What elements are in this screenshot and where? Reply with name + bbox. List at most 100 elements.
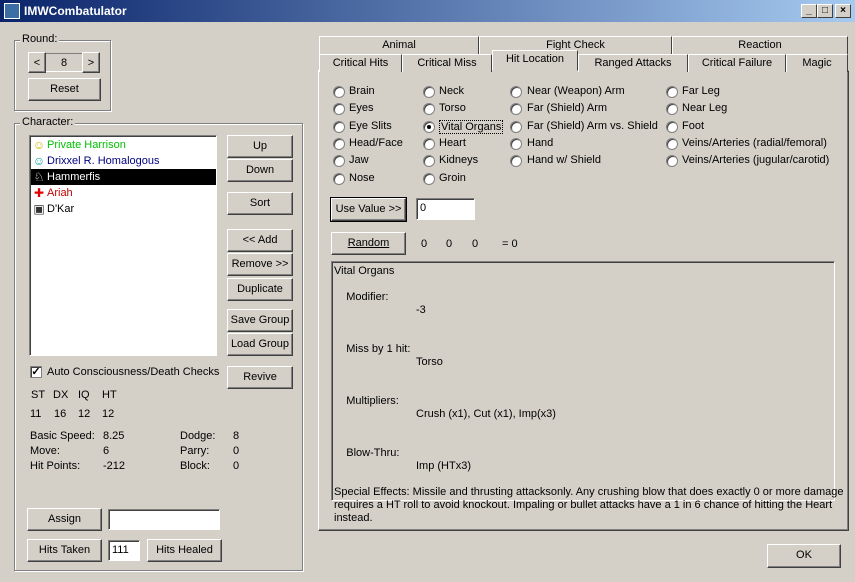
radio-label-jaw: Jaw: [349, 154, 369, 166]
radio-head-face[interactable]: [333, 138, 345, 150]
reset-button[interactable]: Reset: [28, 78, 101, 101]
stat-header-iq: IQ: [78, 389, 90, 401]
character-list[interactable]: ☺ Private Harrison ☺ Drixxel R. Homalogo…: [29, 135, 217, 356]
round-prev-button[interactable]: <: [28, 52, 46, 73]
minimize-button[interactable]: _: [801, 4, 817, 18]
tab-critical-miss[interactable]: Critical Miss: [402, 54, 492, 72]
radio-label-torso: Torso: [439, 102, 466, 114]
radio-hand-w-shield[interactable]: [510, 155, 522, 167]
sort-button[interactable]: Sort: [227, 192, 293, 215]
revive-button[interactable]: Revive: [227, 366, 293, 389]
tab-magic[interactable]: Magic: [786, 54, 848, 72]
radio-label-groin: Groin: [439, 172, 466, 184]
maximize-button[interactable]: □: [817, 4, 833, 18]
radio-label-near-weapon-arm: Near (Weapon) Arm: [527, 85, 625, 97]
rip-tombstone-icon: ▣: [33, 202, 45, 216]
hit-points-value: -212: [103, 460, 126, 472]
details-miss-value: Torso: [416, 356, 443, 368]
dodge-label: Dodge:: [180, 430, 216, 442]
down-button[interactable]: Down: [227, 159, 293, 182]
knight-icon: ♘: [33, 170, 45, 184]
radio-label-foot: Foot: [682, 120, 705, 132]
radio-kidneys[interactable]: [423, 155, 435, 167]
auto-checks-checkbox[interactable]: ✓: [30, 366, 42, 378]
hits-healed-button[interactable]: Hits Healed: [147, 539, 222, 562]
radio-near-leg[interactable]: [666, 103, 678, 115]
radio-label-hand: Hand: [527, 137, 554, 149]
assign-button[interactable]: Assign: [27, 508, 102, 531]
details-multipliers-value: Crush (x1), Cut (x1), Imp(x3): [416, 408, 556, 420]
radio-brain[interactable]: [333, 86, 345, 98]
stat-value-dx: 16: [54, 408, 67, 420]
list-item[interactable]: ▣ D'Kar: [31, 201, 216, 217]
close-button[interactable]: ×: [835, 4, 851, 18]
basic-speed-value: 8.25: [103, 430, 125, 442]
radio-veins-radial-femoral[interactable]: [666, 138, 678, 150]
block-label: Block:: [180, 460, 210, 472]
title-bar[interactable]: IMWCombatulator _ □ ×: [0, 0, 855, 22]
details-special-effects-2: requires a HT roll to avoid knockout. Im…: [334, 499, 833, 511]
radio-heart[interactable]: [423, 138, 435, 150]
smiley-cyan-icon: ☺: [32, 154, 46, 168]
use-value-input[interactable]: 0: [416, 198, 475, 220]
radio-veins-jugular-carotid[interactable]: [666, 155, 678, 167]
list-item[interactable]: ☺ Private Harrison: [31, 137, 216, 153]
radio-foot[interactable]: [666, 121, 678, 133]
round-next-button[interactable]: >: [82, 52, 100, 73]
hits-taken-button[interactable]: Hits Taken: [27, 539, 102, 562]
radio-neck[interactable]: [423, 86, 435, 98]
radio-label-eye-slits: Eye Slits: [349, 120, 392, 132]
assign-input[interactable]: [108, 509, 220, 530]
radio-far-shield-arm-vs-shield[interactable]: [510, 121, 522, 133]
details-box: Vital Organs Modifier: -3 Miss by 1 hit:…: [331, 261, 844, 524]
smiley-icon: ☺: [32, 138, 46, 152]
tab-ranged-attacks[interactable]: Ranged Attacks: [578, 54, 688, 72]
radio-eyes[interactable]: [333, 103, 345, 115]
details-special-effects-1: Special Effects: Missile and thrusting a…: [334, 486, 844, 498]
save-group-button[interactable]: Save Group: [227, 309, 293, 332]
radio-label-far-shield-arm-vs-shield: Far (Shield) Arm vs. Shield: [527, 120, 658, 132]
radio-torso[interactable]: [423, 103, 435, 115]
stat-header-dx: DX: [53, 389, 69, 401]
stat-value-ht: 12: [102, 408, 115, 420]
stat-value-st: 11: [30, 408, 42, 420]
move-label: Move:: [30, 445, 60, 457]
use-value-button[interactable]: Use Value >>: [330, 197, 407, 222]
random-roll-3: 0: [472, 238, 479, 250]
remove-button[interactable]: Remove >>: [227, 253, 293, 276]
details-modifier-label: Modifier:: [346, 291, 389, 303]
radio-far-shield-arm[interactable]: [510, 103, 522, 115]
random-roll-1: 0: [421, 238, 428, 250]
dodge-value: 8: [233, 430, 240, 442]
list-item[interactable]: ✚ Ariah: [31, 185, 216, 201]
radio-groin[interactable]: [423, 173, 435, 185]
hits-input[interactable]: 111: [108, 540, 140, 561]
radio-far-leg[interactable]: [666, 86, 678, 98]
add-button[interactable]: << Add: [227, 229, 293, 252]
tab-animal[interactable]: Animal: [319, 36, 479, 54]
random-button[interactable]: Random: [331, 232, 406, 255]
details-miss-label: Miss by 1 hit:: [346, 343, 411, 355]
tab-reaction[interactable]: Reaction: [672, 36, 848, 54]
list-item[interactable]: ☺ Drixxel R. Homalogous: [31, 153, 216, 169]
radio-near-weapon-arm[interactable]: [510, 86, 522, 98]
radio-eye-slits[interactable]: [333, 121, 345, 133]
list-item-selected[interactable]: ♘ Hammerfis: [31, 169, 216, 185]
radio-label-heart: Heart: [439, 137, 466, 149]
app-icon: [4, 3, 20, 19]
stat-value-iq: 12: [78, 408, 91, 420]
duplicate-button[interactable]: Duplicate: [227, 278, 293, 301]
tab-hit-location[interactable]: Hit Location: [492, 50, 578, 71]
load-group-button[interactable]: Load Group: [227, 333, 293, 356]
radio-vital-organs[interactable]: [423, 121, 435, 133]
radio-jaw[interactable]: [333, 155, 345, 167]
radio-label-veins-jugular-carotid: Veins/Arteries (jugular/carotid): [682, 154, 830, 166]
radio-label-kidneys: Kidneys: [439, 154, 479, 166]
window-title: IMWCombatulator: [24, 4, 127, 18]
radio-hand[interactable]: [510, 138, 522, 150]
radio-nose[interactable]: [333, 173, 345, 185]
tab-critical-failure[interactable]: Critical Failure: [688, 54, 786, 72]
ok-button[interactable]: OK: [767, 544, 841, 568]
up-button[interactable]: Up: [227, 135, 293, 158]
tab-critical-hits[interactable]: Critical Hits: [319, 54, 402, 72]
